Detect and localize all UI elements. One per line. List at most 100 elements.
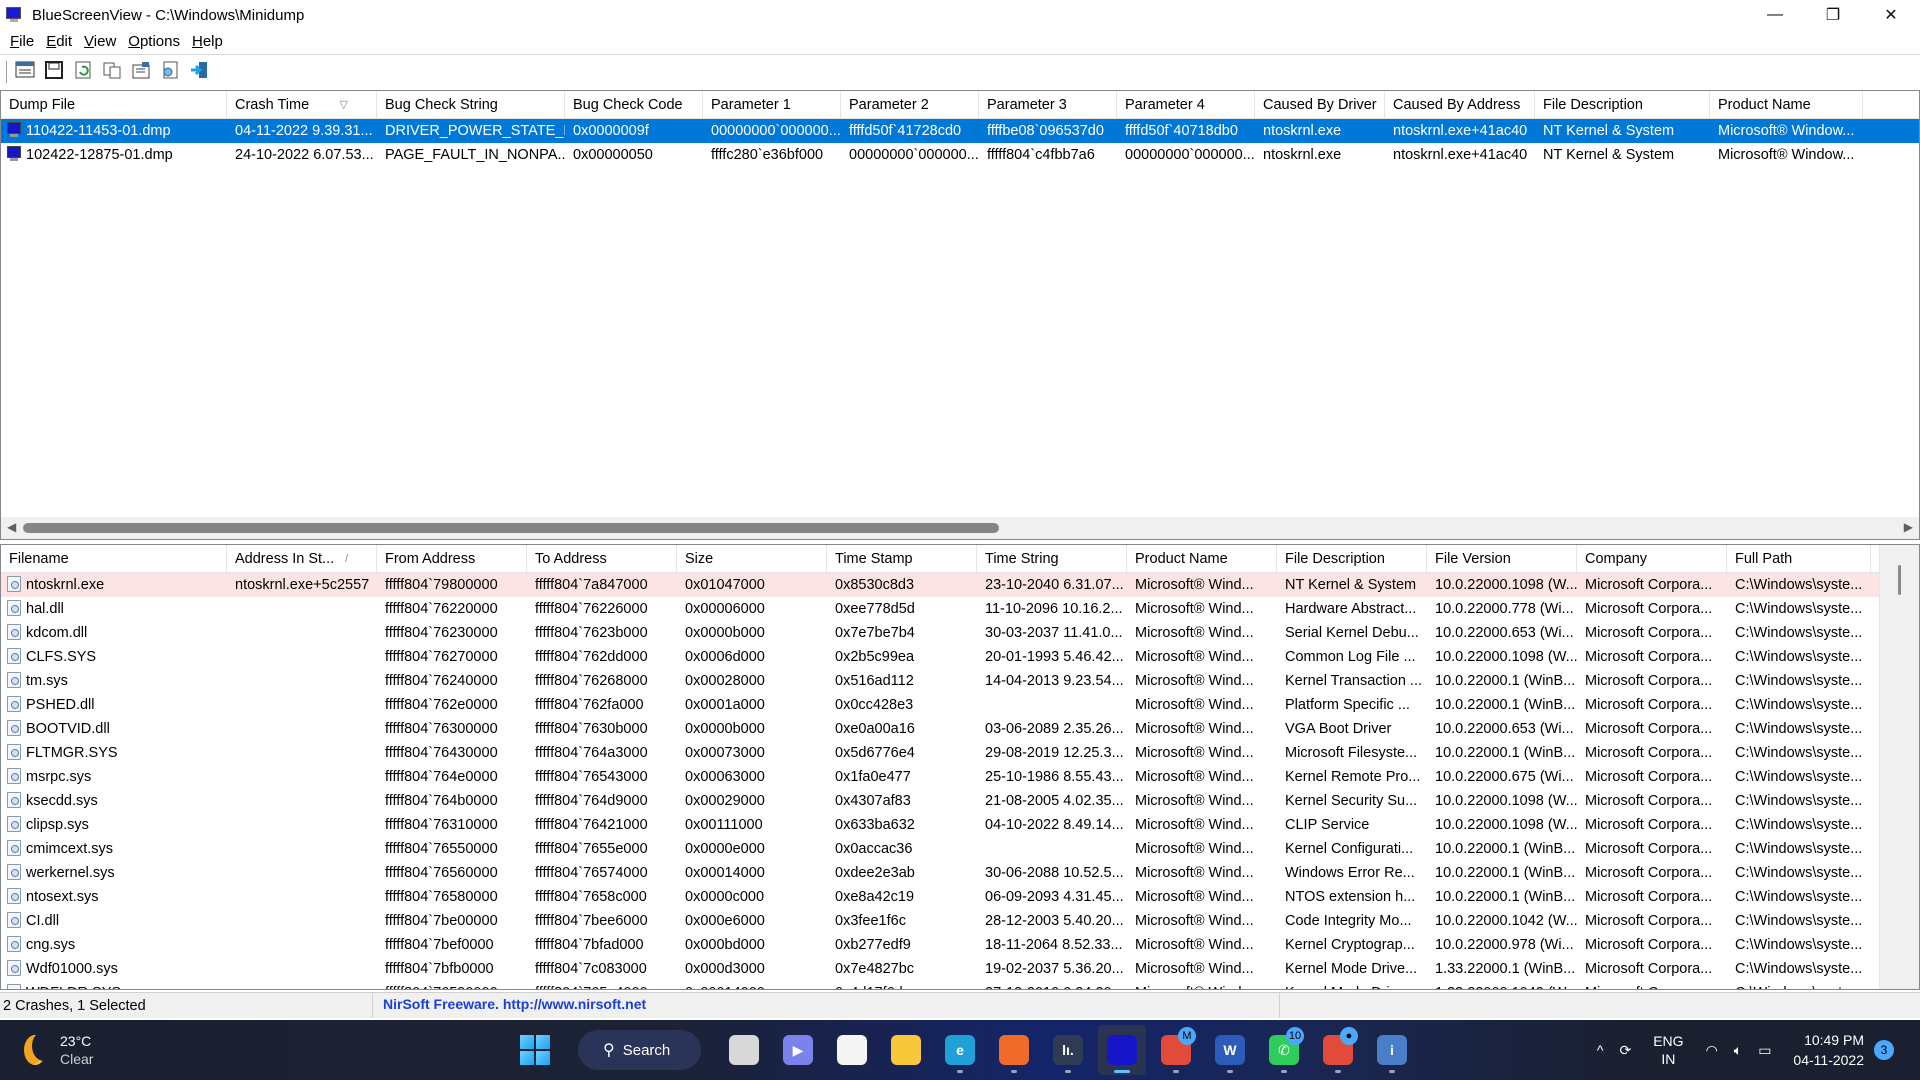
column-header-dump-file[interactable]: Dump File xyxy=(1,91,227,119)
column-header-company[interactable]: Company xyxy=(1577,545,1727,573)
column-header-crash-time[interactable]: Crash Time ▽ xyxy=(227,91,377,119)
save-button[interactable] xyxy=(43,60,65,83)
close-button[interactable]: ✕ xyxy=(1862,0,1920,30)
battery-icon[interactable]: ▭ xyxy=(1758,1042,1771,1059)
notification-badge[interactable]: 3 xyxy=(1874,1040,1894,1060)
column-header-file-description[interactable]: File Description xyxy=(1277,545,1427,573)
driver-row[interactable]: kdcom.dll fffff804`76230000 fffff804`7623b… xyxy=(1,621,1919,645)
menu-file[interactable]: File xyxy=(4,33,40,50)
sync-icon[interactable]: ⟳ xyxy=(1619,1042,1631,1059)
cell-time-stamp: 0xee778d5d xyxy=(835,601,915,617)
cell-bug-check-string: DRIVER_POWER_STATE_F... xyxy=(385,123,565,139)
exit-button[interactable] xyxy=(188,61,210,83)
sort-indicator-icon: / xyxy=(344,553,348,565)
taskbar-app-firefox[interactable] xyxy=(990,1025,1038,1075)
column-header-filename[interactable]: Filename xyxy=(1,545,227,573)
column-header-size[interactable]: Size xyxy=(677,545,827,573)
column-header-time-stamp[interactable]: Time Stamp xyxy=(827,545,977,573)
column-header-from-address[interactable]: From Address xyxy=(377,545,527,573)
taskbar-app-file-explorer[interactable] xyxy=(882,1025,930,1075)
taskbar-app-bluescreenview[interactable] xyxy=(1098,1025,1146,1075)
driver-row[interactable]: msrpc.sys fffff804`764e0000 fffff804`76543… xyxy=(1,765,1919,789)
driver-row[interactable]: WDFLDR.SYS fffff804`76590000fffff804`765a… xyxy=(1,981,1919,989)
show-hidden-icons-chevron-icon[interactable]: ^ xyxy=(1597,1042,1604,1058)
clock[interactable]: 10:49 PM 04-11-2022 xyxy=(1793,1030,1864,1070)
taskbar-app-chrome-profile-photo[interactable]: ● xyxy=(1314,1025,1362,1075)
taskbar-app-teams-chat[interactable]: ▶ xyxy=(774,1025,822,1075)
column-header-bug-check-code[interactable]: Bug Check Code xyxy=(565,91,703,119)
start-button[interactable] xyxy=(516,1031,554,1069)
column-header-to-address[interactable]: To Address xyxy=(527,545,677,573)
menu-options[interactable]: Options xyxy=(122,33,186,50)
driver-row[interactable]: CI.dll fffff804`7be00000 fffff804`7bee6000… xyxy=(1,909,1919,933)
crash-row[interactable]: 110422-11453-01.dmp 04-11-2022 9.39.31...… xyxy=(1,119,1919,143)
column-header-full-path[interactable]: Full Path xyxy=(1727,545,1871,573)
taskbar-app-chrome-profile-m[interactable]: M xyxy=(1152,1025,1200,1075)
column-header-parameter-4[interactable]: Parameter 4 xyxy=(1117,91,1255,119)
driver-row[interactable]: ntosext.sys fffff804`76580000 fffff804`765… xyxy=(1,885,1919,909)
driver-row[interactable]: ksecdd.sys fffff804`764b0000 fffff804`764d… xyxy=(1,789,1919,813)
taskbar-app-task-view[interactable] xyxy=(720,1025,768,1075)
scroll-left-arrow-icon[interactable]: ◀ xyxy=(7,520,16,534)
html-report-button[interactable] xyxy=(14,61,36,83)
column-header-product-name[interactable]: Product Name xyxy=(1710,91,1863,119)
wifi-icon[interactable]: ◠ xyxy=(1706,1042,1718,1059)
minimize-button[interactable]: — xyxy=(1746,0,1804,30)
copy-button[interactable] xyxy=(101,61,123,83)
driver-row[interactable]: Wdf01000.sys fffff804`7bfb0000 fffff804`7c… xyxy=(1,957,1919,981)
driver-row[interactable]: FLTMGR.SYS fffff804`76430000 fffff804`764a… xyxy=(1,741,1919,765)
column-header-file-description[interactable]: File Description xyxy=(1535,91,1710,119)
scroll-right-arrow-icon[interactable]: ▶ xyxy=(1904,520,1913,534)
cell-file-description: NT Kernel & System xyxy=(1285,577,1417,593)
crash-row[interactable]: 102422-12875-01.dmp 24-10-2022 6.07.53...… xyxy=(1,143,1919,167)
driver-row[interactable]: cng.sys fffff804`7bef0000 fffff804`7bfad00… xyxy=(1,933,1919,957)
language-indicator[interactable]: ENG IN xyxy=(1653,1032,1683,1068)
column-header-parameter-2[interactable]: Parameter 2 xyxy=(841,91,979,119)
taskbar-app-whatsapp[interactable]: ✆ 10 xyxy=(1260,1025,1308,1075)
weather-widget[interactable]: 23°C Clear xyxy=(24,1031,93,1068)
find-button[interactable] xyxy=(159,61,181,83)
column-header-time-string[interactable]: Time String xyxy=(977,545,1127,573)
column-header-bug-check-string[interactable]: Bug Check String xyxy=(377,91,565,119)
column-header-file-version[interactable]: File Version xyxy=(1427,545,1577,573)
driver-row[interactable]: BOOTVID.dll fffff804`76300000 fffff804`763… xyxy=(1,717,1919,741)
volume-icon[interactable]: 🔈︎ xyxy=(1734,1042,1742,1059)
driver-row[interactable]: PSHED.dll fffff804`762e0000 fffff804`762fa… xyxy=(1,693,1919,717)
driver-row[interactable]: werkernel.sys fffff804`76560000 fffff804`7… xyxy=(1,861,1919,885)
driver-row[interactable]: CLFS.SYS fffff804`76270000 fffff804`762dd0… xyxy=(1,645,1919,669)
driver-row[interactable]: cmimcext.sys fffff804`76550000 fffff804`76… xyxy=(1,837,1919,861)
cell-file-version: 10.0.22000.978 (Wi... xyxy=(1435,937,1574,953)
column-header-product-name[interactable]: Product Name xyxy=(1127,545,1277,573)
driver-row[interactable]: hal.dll fffff804`76220000 fffff804`7622600… xyxy=(1,597,1919,621)
cell-size: 0x0000b000 xyxy=(685,721,765,737)
horizontal-scroll-thumb[interactable] xyxy=(23,523,999,533)
restore-button[interactable]: ❐ xyxy=(1804,0,1862,30)
taskbar-app-microsoft-store[interactable] xyxy=(828,1025,876,1075)
taskbar-app-app-dark[interactable]: lı. xyxy=(1044,1025,1092,1075)
column-header-parameter-1[interactable]: Parameter 1 xyxy=(703,91,841,119)
menu-view[interactable]: View xyxy=(78,33,122,50)
nirsoft-link[interactable]: NirSoft Freeware. http://www.nirsoft.net xyxy=(373,993,1280,1018)
column-header-caused-by-driver[interactable]: Caused By Driver xyxy=(1255,91,1385,119)
taskbar-search[interactable]: ⚲ Search xyxy=(578,1030,701,1070)
menu-edit[interactable]: Edit xyxy=(40,33,78,50)
refresh-button[interactable] xyxy=(72,61,94,83)
cell-file-description: NT Kernel & System xyxy=(1543,123,1675,139)
properties-button[interactable] xyxy=(130,61,152,83)
menu-help[interactable]: Help xyxy=(186,33,229,50)
horizontal-scrollbar[interactable]: ◀ ▶ xyxy=(1,517,1919,539)
driver-row[interactable]: ntoskrnl.exe ntoskrnl.exe+5c2557 fffff804`… xyxy=(1,573,1919,597)
driver-row[interactable]: tm.sys fffff804`76240000 fffff804`76268000… xyxy=(1,669,1919,693)
taskbar-app-word[interactable]: W xyxy=(1206,1025,1254,1075)
column-header-caused-by-address[interactable]: Caused By Address xyxy=(1385,91,1535,119)
column-header-address-in-st[interactable]: Address In St... / xyxy=(227,545,377,573)
vertical-scroll-thumb[interactable] xyxy=(1898,565,1901,595)
chrome-profile-m-badge: M xyxy=(1178,1027,1196,1045)
column-header-parameter-3[interactable]: Parameter 3 xyxy=(979,91,1117,119)
taskbar-app-edge[interactable]: e xyxy=(936,1025,984,1075)
taskbar-app-system-info[interactable]: i xyxy=(1368,1025,1416,1075)
filename-text: FLTMGR.SYS xyxy=(26,745,118,761)
cell-time-stamp: 0x0cc428e3 xyxy=(835,697,914,713)
driver-row[interactable]: clipsp.sys fffff804`76310000 fffff804`7642… xyxy=(1,813,1919,837)
vertical-scrollbar[interactable] xyxy=(1879,545,1919,989)
